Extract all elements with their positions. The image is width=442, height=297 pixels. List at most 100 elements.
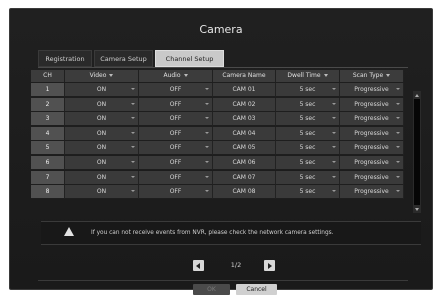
cell-value: ON [96,173,107,181]
chevron-down-icon [131,117,135,120]
cell-dwell-time[interactable]: 5 sec [276,170,340,185]
cell-scan-type[interactable]: Progressive [340,97,404,112]
chevron-down-icon [205,131,209,134]
cell-audio[interactable]: OFF [139,185,213,200]
scroll-up-icon[interactable] [415,94,419,97]
cell-video[interactable]: ON [65,170,139,185]
cancel-button[interactable]: Cancel [236,284,277,295]
cell-audio[interactable]: OFF [139,141,213,156]
tab-registration[interactable]: Registration [38,50,92,67]
cell-scan-type[interactable]: Progressive [340,83,404,97]
cell-camera-name[interactable]: CAM 06 [213,156,276,170]
chevron-down-icon [396,175,400,178]
next-page-button[interactable] [264,260,275,271]
prev-page-button[interactable] [193,260,204,271]
cell-value: OFF [169,173,182,181]
cell-dwell-time[interactable]: 5 sec [276,83,340,97]
chevron-down-icon [131,88,135,90]
chevron-down-icon [396,161,400,163]
chevron-down-icon [205,117,209,120]
chevron-down-icon [332,190,336,193]
chevron-down-icon [386,74,391,77]
cell-video[interactable]: ON [65,112,139,127]
chevron-down-icon [396,88,400,90]
cell-value: Progressive [354,129,389,137]
cell-scan-type[interactable]: Progressive [340,185,404,200]
table-scrollbar[interactable] [413,91,421,213]
cell-audio[interactable]: OFF [139,97,213,112]
cell-value: CAM 02 [232,100,256,108]
cell-scan-type[interactable]: Progressive [340,170,404,185]
chevron-down-icon [131,161,135,163]
cell-camera-name[interactable]: CAM 04 [213,126,276,141]
chevron-down-icon [323,74,328,77]
chevron-down-icon [205,146,209,149]
cell-value: OFF [169,144,182,152]
cell-dwell-time[interactable]: 5 sec [276,112,340,127]
cell-scan-type[interactable]: Progressive [340,112,404,127]
warning-icon [64,227,74,236]
cell-audio[interactable]: OFF [139,112,213,127]
cell-value: OFF [169,188,182,196]
notice-bar: If you can not receive events from NVR, … [41,221,421,245]
cell-scan-type[interactable]: Progressive [340,141,404,156]
chevron-down-icon [205,102,209,105]
header-scan-type[interactable]: Scan Type [340,70,404,82]
cell-video[interactable]: ON [65,141,139,156]
cell-video[interactable]: ON [65,126,139,141]
cell-value: Progressive [354,188,389,196]
cell-scan-type[interactable]: Progressive [340,156,404,170]
cell-value: 5 sec [299,100,316,108]
cell-audio[interactable]: OFF [139,83,213,97]
cell-dwell-time[interactable]: 5 sec [276,156,340,170]
cell-audio[interactable]: OFF [139,126,213,141]
cell-camera-name[interactable]: CAM 05 [213,141,276,156]
cell-dwell-time[interactable]: 5 sec [276,97,340,112]
chevron-down-icon [332,117,336,120]
cell-value: ON [96,188,107,196]
cell-dwell-time[interactable]: 5 sec [276,141,340,156]
footer-divider [38,280,408,281]
cell-camera-name[interactable]: CAM 01 [213,83,276,97]
cell-value: Progressive [354,100,389,108]
tab-camera-setup[interactable]: Camera Setup [94,50,153,67]
cell-camera-name[interactable]: CAM 03 [213,112,276,127]
cell-video[interactable]: ON [65,156,139,170]
cell-ch: 2 [31,97,65,112]
cell-video[interactable]: ON [65,83,139,97]
cell-audio[interactable]: OFF [139,156,213,170]
cell-camera-name[interactable]: CAM 07 [213,170,276,185]
cell-video[interactable]: ON [65,185,139,200]
ok-button[interactable]: OK [193,284,230,295]
chevron-down-icon [131,102,135,105]
tab-channel-setup[interactable]: Channel Setup [155,50,224,67]
cell-value: CAM 05 [232,144,256,152]
header-video[interactable]: Video [65,70,139,82]
scroll-thumb[interactable] [414,99,420,205]
header-dwell-time[interactable]: Dwell Time [276,70,340,82]
chevron-down-icon [396,131,400,134]
chevron-down-icon [131,146,135,149]
cell-ch: 4 [31,126,65,141]
cell-value: OFF [169,159,182,166]
cell-camera-name[interactable]: CAM 02 [213,97,276,112]
cell-value: ON [96,115,107,123]
dialog-title: Camera [199,23,243,36]
chevron-down-icon [205,175,209,178]
cell-dwell-time[interactable]: 5 sec [276,126,340,141]
cell-value: 5 [45,144,50,152]
cell-value: 2 [45,100,50,108]
cell-value: 5 sec [299,144,316,152]
chevron-left-icon [196,263,200,269]
cell-audio[interactable]: OFF [139,170,213,185]
scroll-down-icon[interactable] [415,208,419,211]
cell-value: 5 sec [299,86,316,93]
header-label: Dwell Time [287,72,321,79]
cell-camera-name[interactable]: CAM 08 [213,185,276,200]
cell-dwell-time[interactable]: 5 sec [276,185,340,200]
cell-video[interactable]: ON [65,97,139,112]
header-audio[interactable]: Audio [139,70,213,82]
cell-value: ON [96,86,107,93]
cell-value: Progressive [354,115,389,123]
cell-scan-type[interactable]: Progressive [340,126,404,141]
